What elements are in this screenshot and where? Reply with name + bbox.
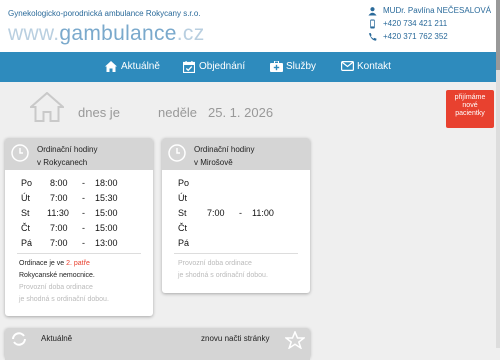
clock-icon: [168, 144, 186, 162]
time-to: 13:00: [95, 238, 118, 248]
logo-main: gambulance: [59, 22, 177, 45]
time-from: 8:00: [50, 178, 68, 188]
time-from: 7:00: [50, 193, 68, 203]
floor-highlight: 2. patře: [66, 260, 90, 267]
time-dash: -: [239, 208, 242, 218]
time-dash: -: [82, 178, 85, 188]
day: Po: [21, 178, 33, 188]
day: St: [21, 208, 30, 218]
location-note: Ordinace je ve 2. patře Rokycanské nemoc…: [19, 258, 109, 306]
note-line: je shodná s ordinační dobou.: [19, 296, 109, 303]
date-prefix: dnes je: [78, 105, 120, 120]
main-navigation: Aktuálně Objednání Služby Kontakt: [0, 52, 496, 82]
card-title-line: v Rokycanech: [37, 158, 88, 167]
time-from: 11:30: [47, 208, 69, 218]
card-title-line: Ordinační hodiny: [37, 145, 98, 154]
reload-link[interactable]: znovu načti stránky: [201, 334, 269, 343]
clock-icon: [11, 144, 29, 162]
note-line: Rokycanské nemocnice.: [19, 272, 95, 279]
time-to: 15:30: [95, 193, 118, 203]
day: Čt: [178, 223, 187, 233]
nav-label: Služby: [286, 61, 317, 72]
time-from: 7:00: [50, 238, 68, 248]
badge-line: pacientky: [455, 110, 485, 117]
note-line: Provozní doba ordinace: [178, 260, 252, 267]
phone-mobile[interactable]: +420 734 421 211: [383, 19, 447, 28]
time-to: 11:00: [252, 208, 274, 218]
new-patients-badge[interactable]: přijímáme nové pacientky: [446, 90, 494, 128]
calendar-check-icon: [183, 61, 195, 73]
day: Pá: [21, 238, 33, 248]
card-title-line: Ordinační hodiny: [194, 145, 255, 154]
badge-line: nové: [462, 102, 478, 109]
hours-card-mirosov: Ordinační hodiny v Mirošově Po Út St 7:00…: [162, 138, 310, 293]
time-to: 15:00: [95, 208, 118, 218]
note-line: je shodná s ordinační dobou.: [178, 272, 268, 279]
day: Út: [178, 193, 187, 203]
divider: [17, 253, 141, 254]
nav-label: Objednání: [199, 61, 246, 72]
scrollbar-thumb[interactable]: [496, 0, 500, 70]
nav-label: Kontakt: [357, 61, 391, 72]
day: Čt: [21, 223, 30, 233]
refresh-icon: [12, 332, 26, 346]
badge-line: přijímáme: [454, 94, 486, 101]
mobile-phone-icon: [370, 19, 375, 29]
note-line: Ordinace je ve 2. patře: [19, 258, 109, 270]
time-from: 7:00: [207, 208, 225, 218]
note-text: Ordinace je ve: [19, 260, 65, 267]
phone-landline[interactable]: +420 371 762 352: [383, 32, 448, 41]
scrollbar[interactable]: [496, 0, 500, 348]
card-title: Ordinační hodiny v Mirošově: [194, 143, 294, 169]
day: St: [178, 208, 187, 218]
time-dash: -: [82, 193, 85, 203]
phone-icon: [368, 32, 377, 41]
doctor-name: MUDr. Pavlína NEČESALOVÁ: [383, 6, 492, 15]
card-header: Ordinační hodiny v Rokycanech: [5, 138, 153, 170]
company-name: Gynekologicko-porodnická ambulance Rokyc…: [8, 9, 201, 18]
time-to: 18:00: [95, 178, 118, 188]
date-day: neděle: [158, 105, 198, 120]
hours-card-rokycany: Ordinační hodiny v Rokycanech Po 8:00-18:…: [5, 138, 153, 316]
divider: [174, 253, 298, 254]
news-title: Aktuálně: [41, 334, 73, 343]
logo-prefix: www.: [8, 22, 60, 45]
time-to: 15:00: [95, 223, 118, 233]
site-logo[interactable]: www.gambulance.cz: [8, 22, 205, 46]
time-dash: -: [82, 223, 85, 233]
logo-suffix: .cz: [176, 22, 205, 45]
envelope-icon: [341, 61, 354, 71]
user-icon: [368, 7, 377, 16]
time-dash: -: [82, 238, 85, 248]
day: Pá: [178, 238, 190, 248]
news-card: Aktuálně znovu načti stránky: [5, 328, 310, 360]
note-line: Provozní doba ordinace: [19, 284, 93, 291]
site-header: Gynekologicko-porodnická ambulance Rokyc…: [0, 0, 500, 52]
date-value: 25. 1. 2026: [208, 105, 274, 120]
day: Po: [178, 178, 190, 188]
operating-note: Provozní doba ordinace je shodná s ordin…: [178, 258, 268, 282]
day: Út: [21, 193, 30, 203]
time-from: 7:00: [50, 223, 68, 233]
home-icon: [105, 61, 117, 72]
home-outline-icon: [30, 92, 64, 122]
card-title: Ordinační hodiny v Rokycanech: [37, 143, 137, 169]
card-header: Ordinační hodiny v Mirošově: [162, 138, 310, 170]
star-icon: [285, 331, 305, 349]
time-dash: -: [82, 208, 85, 218]
card-header: Aktuálně znovu načti stránky: [5, 328, 310, 360]
card-title-line: v Mirošově: [194, 158, 233, 167]
medkit-icon: [270, 61, 283, 72]
nav-label: Aktuálně: [121, 61, 160, 72]
